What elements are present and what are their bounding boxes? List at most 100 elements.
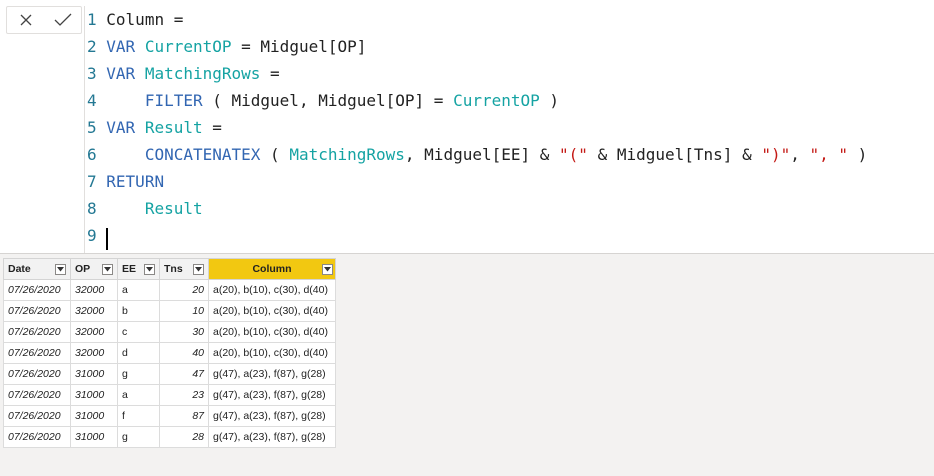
line-gutter-space <box>97 10 107 29</box>
line-gutter-space <box>97 172 107 191</box>
chevron-down-icon <box>57 266 64 271</box>
column-header-tns[interactable]: Tns <box>159 258 209 280</box>
cell-date[interactable]: 07/26/2020 <box>3 405 71 427</box>
check-icon <box>54 13 71 26</box>
code-token: ")" <box>761 145 791 164</box>
table-row[interactable]: 07/26/2020 31000 g 47 g(47), a(23), f(87), g… <box>3 363 336 385</box>
close-icon <box>20 14 31 26</box>
filter-dropdown-button[interactable] <box>193 263 204 275</box>
filter-dropdown-button[interactable] <box>144 263 155 275</box>
cell-ee[interactable]: g <box>117 363 160 385</box>
cell-date[interactable]: 07/26/2020 <box>3 426 71 448</box>
table-row[interactable]: 07/26/2020 32000 c 30 a(20), b(10), c(30), d… <box>3 321 336 343</box>
cell-date[interactable]: 07/26/2020 <box>3 300 71 322</box>
cell-op[interactable]: 31000 <box>70 363 118 385</box>
cell-column[interactable]: a(20), b(10), c(30), d(40) <box>208 300 336 322</box>
table-row[interactable]: 07/26/2020 32000 b 10 a(20), b(10), c(30), d… <box>3 300 336 322</box>
cell-ee[interactable]: g <box>117 426 160 448</box>
cell-ee[interactable]: a <box>117 384 160 406</box>
cell-ee[interactable]: c <box>117 321 160 343</box>
line-gutter-space <box>97 199 107 218</box>
code-token: ", " <box>809 145 849 164</box>
line-gutter-space <box>97 91 107 110</box>
cell-ee[interactable]: a <box>117 279 160 301</box>
code-token: FILTER <box>144 91 203 110</box>
column-header-op[interactable]: OP <box>70 258 118 280</box>
cell-tns[interactable]: 87 <box>159 405 209 427</box>
cell-op[interactable]: 32000 <box>70 300 118 322</box>
formula-bar-buttons <box>6 6 82 34</box>
code-token: RETURN <box>106 172 165 191</box>
cell-tns[interactable]: 40 <box>159 342 209 364</box>
cell-column[interactable]: g(47), a(23), f(87), g(28) <box>208 426 336 448</box>
cell-column[interactable]: g(47), a(23), f(87), g(28) <box>208 384 336 406</box>
line-gutter-space <box>97 118 107 137</box>
code-line: 7 RETURN <box>87 168 164 195</box>
code-token: VAR <box>106 37 145 56</box>
cell-tns[interactable]: 20 <box>159 279 209 301</box>
table-row[interactable]: 07/26/2020 31000 f 87 g(47), a(23), f(87), g… <box>3 405 336 427</box>
cell-op[interactable]: 32000 <box>70 321 118 343</box>
chevron-down-icon <box>195 266 202 271</box>
code-token: = <box>260 64 280 83</box>
table-row[interactable]: 07/26/2020 32000 a 20 a(20), b(10), c(30), d… <box>3 279 336 301</box>
cell-column[interactable]: a(20), b(10), c(30), d(40) <box>208 279 336 301</box>
formula-editor[interactable]: 1 Column = 2 VAR CurrentOP = Midguel[OP] 3… <box>84 6 934 253</box>
column-header-column[interactable]: Column <box>208 258 336 280</box>
table-row[interactable]: 07/26/2020 31000 g 28 g(47), a(23), f(87), g… <box>3 426 336 448</box>
code-line: 8 Result <box>87 195 203 222</box>
cell-date[interactable]: 07/26/2020 <box>3 342 71 364</box>
cell-op[interactable]: 32000 <box>70 279 118 301</box>
line-number: 4 <box>87 91 97 110</box>
line-number: 5 <box>87 118 97 137</box>
code-token: Result <box>144 199 203 218</box>
cell-ee[interactable]: f <box>117 405 160 427</box>
cell-ee[interactable]: d <box>117 342 160 364</box>
column-header-date[interactable]: Date <box>3 258 71 280</box>
cell-date[interactable]: 07/26/2020 <box>3 384 71 406</box>
cell-column[interactable]: a(20), b(10), c(30), d(40) <box>208 321 336 343</box>
code-token: = Midguel[OP] <box>231 37 367 56</box>
cell-op[interactable]: 31000 <box>70 384 118 406</box>
cell-op[interactable]: 32000 <box>70 342 118 364</box>
cell-column[interactable]: g(47), a(23), f(87), g(28) <box>208 363 336 385</box>
cell-column[interactable]: g(47), a(23), f(87), g(28) <box>208 405 336 427</box>
chevron-down-icon <box>104 266 111 271</box>
table-row[interactable]: 07/26/2020 32000 d 40 a(20), b(10), c(30), d… <box>3 342 336 364</box>
column-header-ee[interactable]: EE <box>117 258 160 280</box>
cell-tns[interactable]: 47 <box>159 363 209 385</box>
chevron-down-icon <box>324 266 331 271</box>
cell-tns[interactable]: 23 <box>159 384 209 406</box>
cell-date[interactable]: 07/26/2020 <box>3 363 71 385</box>
code-token: ) <box>539 91 560 110</box>
cancel-button[interactable] <box>13 9 39 31</box>
filter-dropdown-button[interactable] <box>102 263 113 275</box>
code-token: CurrentOP <box>453 91 540 110</box>
code-token: MatchingRows <box>289 145 405 164</box>
cell-date[interactable]: 07/26/2020 <box>3 321 71 343</box>
table-body: 07/26/2020 32000 a 20 a(20), b(10), c(30), d… <box>3 279 336 448</box>
line-number: 3 <box>87 64 97 83</box>
pane-divider[interactable] <box>0 253 934 254</box>
line-gutter-space <box>97 145 107 164</box>
filter-dropdown-button[interactable] <box>322 263 333 275</box>
cell-op[interactable]: 31000 <box>70 405 118 427</box>
column-header-label: Column <box>252 263 292 275</box>
code-token: CONCATENATEX <box>144 145 261 164</box>
cell-tns[interactable]: 30 <box>159 321 209 343</box>
table-row[interactable]: 07/26/2020 31000 a 23 g(47), a(23), f(87), g… <box>3 384 336 406</box>
cell-column[interactable]: a(20), b(10), c(30), d(40) <box>208 342 336 364</box>
cell-tns[interactable]: 10 <box>159 300 209 322</box>
filter-dropdown-button[interactable] <box>55 263 66 275</box>
line-gutter-space <box>97 64 107 83</box>
cell-op[interactable]: 31000 <box>70 426 118 448</box>
line-number: 6 <box>87 145 97 164</box>
commit-button[interactable] <box>50 9 76 31</box>
chevron-down-icon <box>146 266 153 271</box>
column-header-label: Tns <box>164 263 183 275</box>
cell-date[interactable]: 07/26/2020 <box>3 279 71 301</box>
cell-ee[interactable]: b <box>117 300 160 322</box>
line-gutter-space <box>97 37 107 56</box>
cell-tns[interactable]: 28 <box>159 426 209 448</box>
